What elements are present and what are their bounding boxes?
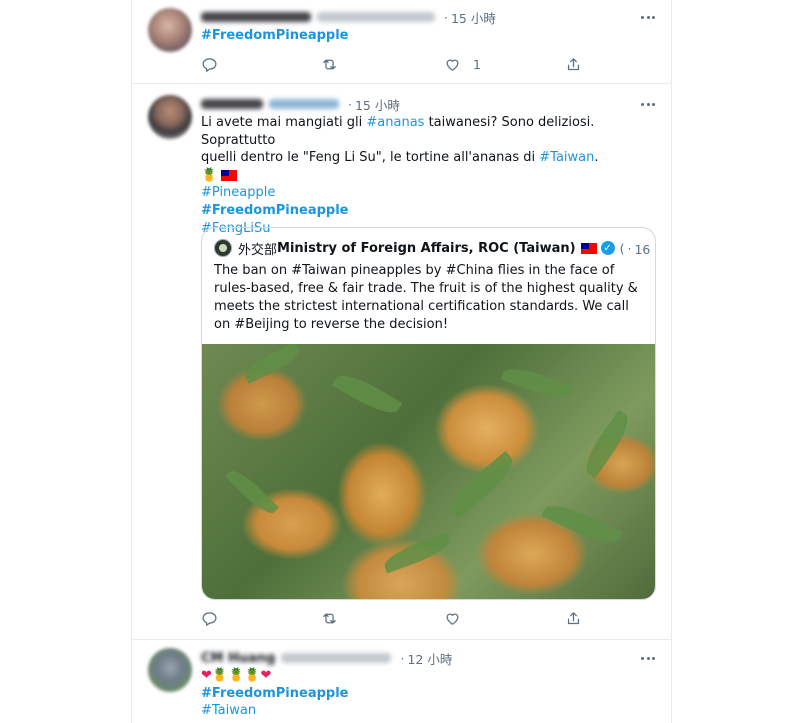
like-icon[interactable]: 1 — [444, 54, 481, 74]
tweet-text: Li avete mai mangiati gli #ananas taiwan… — [201, 114, 651, 237]
timeline: · 15 小時 #FreedomPineapple 1 · 15 小時 Li a… — [131, 0, 672, 723]
tweet-time[interactable]: 15 小時 — [451, 8, 496, 27]
tweet[interactable]: CM Huang · 12 小時 ❤🍍🍍🍍❤ #FreedomPineapple… — [132, 640, 671, 723]
emoji-line: ❤🍍🍍🍍❤ — [201, 668, 272, 683]
like-count: 1 — [473, 56, 481, 72]
author-name[interactable] — [201, 99, 263, 109]
tweet[interactable]: · 15 小時 #FreedomPineapple 1 — [132, 0, 671, 84]
reply-icon[interactable] — [201, 608, 218, 628]
tweet-actions — [201, 608, 591, 628]
tweet-header: · 15 小時 — [201, 7, 651, 27]
more-icon[interactable] — [639, 94, 657, 114]
quoted-tweet-header: 外交部 Ministry of Foreign Affairs, ROC (Ta… — [214, 238, 655, 258]
like-icon[interactable] — [444, 608, 461, 628]
emoji-line: 🍍 — [201, 167, 651, 185]
taiwan-flag-icon — [580, 242, 597, 254]
retweet-icon[interactable] — [321, 54, 338, 74]
author-handle[interactable] — [317, 12, 435, 22]
hashtag-link[interactable]: #FreedomPineapple — [201, 203, 348, 218]
author-name[interactable] — [201, 12, 311, 22]
quoted-tweet-time[interactable]: 16 小時 — [634, 239, 655, 258]
ministry-seal-icon — [214, 239, 232, 257]
more-icon[interactable] — [639, 648, 657, 668]
tweet-actions: 1 — [201, 54, 591, 74]
tweet-text: ❤🍍🍍🍍❤ #FreedomPineapple #Taiwan — [201, 667, 651, 720]
author-handle[interactable] — [281, 653, 392, 663]
author-name[interactable]: CM Huang — [201, 651, 275, 666]
avatar[interactable] — [148, 8, 192, 52]
pineapple-photo[interactable] — [202, 344, 655, 599]
author-handle[interactable] — [269, 99, 339, 109]
taiwan-flag-icon — [221, 169, 238, 181]
hashtag-link[interactable]: #Taiwan — [201, 703, 256, 718]
avatar[interactable] — [148, 648, 192, 692]
reply-icon[interactable] — [201, 54, 218, 74]
verified-icon: ✓ — [600, 241, 615, 255]
tweet-header: CM Huang · 12 小時 — [201, 649, 453, 668]
hashtag-link[interactable]: #Taiwan — [539, 150, 594, 165]
more-icon[interactable] — [639, 7, 657, 27]
hashtag-link[interactable]: #FreedomPineapple — [201, 686, 348, 701]
quoted-author-name[interactable]: Ministry of Foreign Affairs, ROC (Taiwan… — [277, 241, 576, 256]
hashtag-link[interactable]: #Pineapple — [201, 185, 275, 200]
quoted-tweet-text: The ban on #Taiwan pineapples by #China … — [214, 263, 638, 332]
tweet-time[interactable]: 15 小時 — [355, 95, 400, 114]
quoted-tweet[interactable]: 外交部 Ministry of Foreign Affairs, ROC (Ta… — [201, 227, 656, 600]
share-icon[interactable] — [565, 54, 582, 74]
avatar[interactable] — [148, 95, 192, 139]
tweet[interactable]: · 15 小時 Li avete mai mangiati gli #anana… — [132, 84, 671, 640]
tweet-text: #FreedomPineapple — [201, 27, 651, 45]
retweet-icon[interactable] — [321, 608, 338, 628]
hashtag-link[interactable]: #ananas — [366, 115, 424, 130]
tweet-header: · 15 小時 — [201, 94, 651, 114]
hashtag-link[interactable]: #FreedomPineapple — [201, 28, 348, 43]
tweet-time[interactable]: 12 小時 — [407, 649, 452, 668]
share-icon[interactable] — [565, 608, 582, 628]
